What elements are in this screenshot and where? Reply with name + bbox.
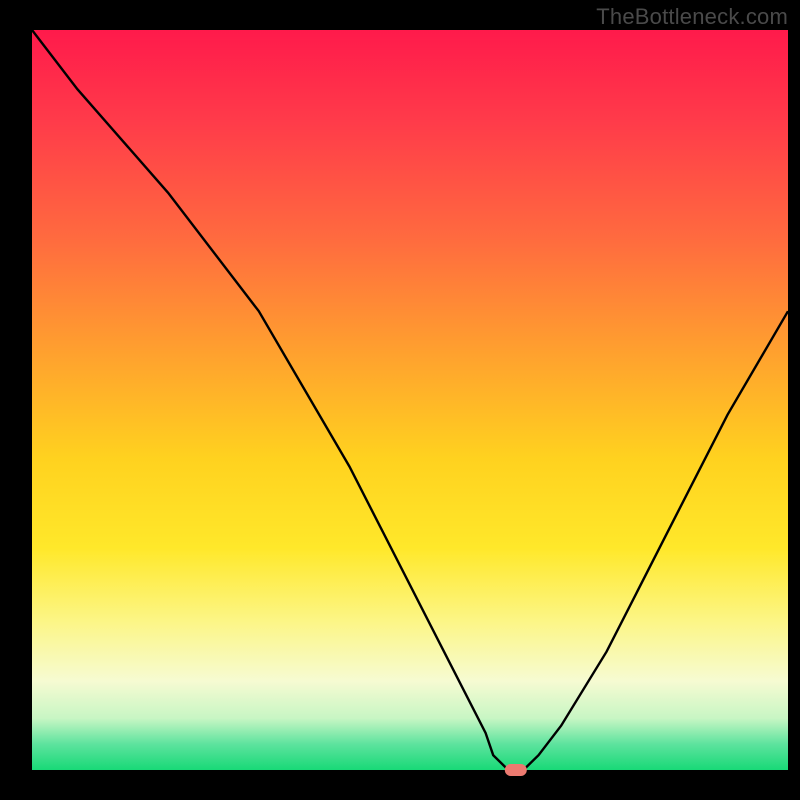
plot-background	[32, 30, 788, 770]
watermark-text: TheBottleneck.com	[596, 4, 788, 30]
chart-frame: TheBottleneck.com	[0, 0, 800, 800]
optimal-marker	[505, 764, 527, 776]
bottleneck-chart	[0, 0, 800, 800]
